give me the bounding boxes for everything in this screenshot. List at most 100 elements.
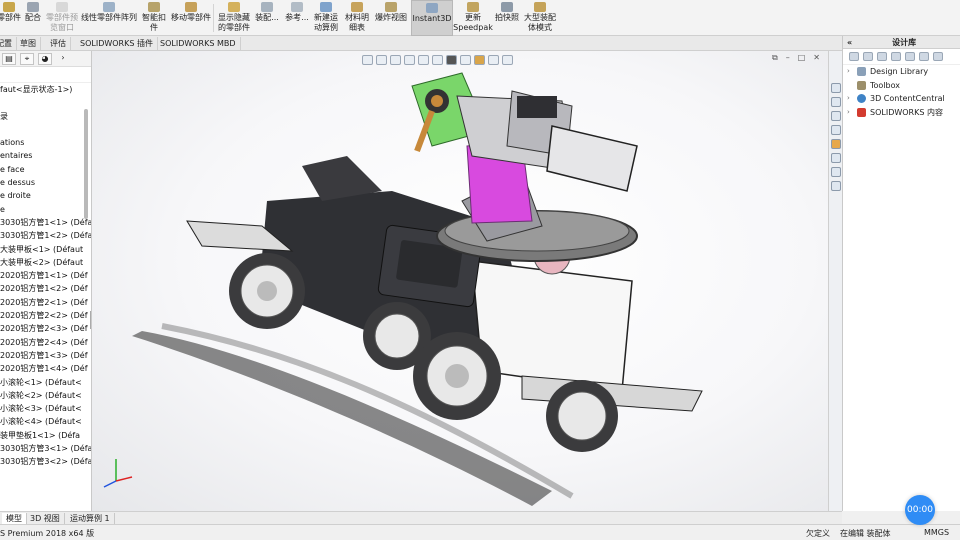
graphics-area[interactable]: ⧉ – □ ✕ bbox=[92, 51, 828, 511]
tree-row[interactable]: 大装甲板<2> (Défaut bbox=[0, 256, 91, 269]
tree-row[interactable]: 录 bbox=[0, 110, 91, 123]
expand-arrow-icon[interactable]: › bbox=[847, 92, 857, 106]
tab-3d-view[interactable]: 3D 视图 bbox=[26, 513, 65, 524]
forward-icon[interactable] bbox=[863, 52, 873, 61]
library-icon bbox=[857, 67, 866, 77]
design-library-panel: « 设计库 › Design Library Toolbox › 3D Cont… bbox=[842, 36, 960, 511]
version-text: S Premium 2018 x64 版 bbox=[0, 529, 95, 538]
add-file-location-icon[interactable] bbox=[891, 52, 901, 61]
tree-row[interactable]: 2020铝方管2<3> (Déf bbox=[0, 322, 91, 335]
show-hidden-icon bbox=[228, 2, 240, 12]
tree-row[interactable] bbox=[0, 96, 91, 109]
expand-arrow-icon[interactable]: › bbox=[847, 65, 857, 79]
recording-timer[interactable]: 00:00 bbox=[905, 495, 935, 525]
tree-row[interactable]: 2020铝方管2<2> (Déf bbox=[0, 309, 91, 322]
reference-geometry-icon bbox=[291, 2, 303, 12]
library-item-solidworks-content[interactable]: › SOLIDWORKS 内容 bbox=[843, 106, 960, 120]
library-item-label: SOLIDWORKS 内容 bbox=[870, 107, 943, 117]
tree-row[interactable]: 小滚轮<1> (Défaut< bbox=[0, 376, 91, 389]
units-selector[interactable]: MMGS bbox=[924, 528, 949, 537]
library-item-toolbox[interactable]: Toolbox bbox=[843, 79, 960, 93]
mate-button[interactable]: 配合 bbox=[22, 0, 44, 36]
tree-row[interactable]: e face bbox=[0, 163, 91, 176]
tree-row[interactable]: entaires bbox=[0, 149, 91, 162]
tree-row[interactable]: 2020铝方管2<1> (Déf bbox=[0, 296, 91, 309]
tab-configuration[interactable]: 配置 bbox=[0, 37, 17, 50]
instant3d-button[interactable]: Instant3D bbox=[411, 0, 453, 36]
home-icon[interactable] bbox=[831, 83, 841, 93]
appearances-icon[interactable] bbox=[831, 139, 841, 149]
tab-solidworks-mbd[interactable]: SOLIDWORKS MBD bbox=[156, 37, 241, 50]
tree-row[interactable]: 2020铝方管2<4> (Déf bbox=[0, 336, 91, 349]
tree-row[interactable]: 小滚轮<4> (Défaut< bbox=[0, 415, 91, 428]
fastener-icon bbox=[148, 2, 160, 12]
tree-row[interactable]: faut<显示状态-1>) bbox=[0, 83, 91, 96]
take-snapshot-button[interactable]: 拍快照 bbox=[494, 0, 520, 36]
smart-fasteners-button[interactable]: 智能扣 件 bbox=[141, 0, 167, 36]
tree-row[interactable]: 3030铝方管1<2> (Défa bbox=[0, 229, 91, 242]
forum-icon[interactable] bbox=[831, 167, 841, 177]
command-manager-tabs: 配置 草图 评估 SOLIDWORKS 插件 SOLIDWORKS MBD bbox=[0, 36, 842, 51]
tab-motion-study[interactable]: 运动算例 1 bbox=[66, 513, 115, 524]
motion-study-icon bbox=[320, 2, 332, 12]
library-item-3d-contentcentral[interactable]: › 3D ContentCentral bbox=[843, 92, 960, 106]
refresh-icon[interactable] bbox=[919, 52, 929, 61]
resources-icon[interactable] bbox=[831, 97, 841, 107]
property-manager-tab[interactable]: ▤ bbox=[2, 52, 16, 65]
new-motion-study-button[interactable]: 新建运 动算例 bbox=[312, 0, 340, 36]
tree-scrollbar[interactable] bbox=[84, 109, 88, 219]
tab-evaluate[interactable]: 评估 bbox=[46, 37, 71, 50]
custom-properties-icon[interactable] bbox=[831, 153, 841, 163]
solidworks-resources-icon[interactable] bbox=[831, 181, 841, 191]
tree-row[interactable]: ations bbox=[0, 136, 91, 149]
tree-row[interactable]: e dessus bbox=[0, 176, 91, 189]
move-component-button[interactable]: 移动零部件 bbox=[170, 0, 212, 36]
feature-manager-tree: ▤ ⌖ ◕ › faut<显示状态-1>) 录 ations entaires … bbox=[0, 51, 92, 511]
tree-row[interactable]: 大装甲板<1> (Défaut bbox=[0, 243, 91, 256]
tree-row[interactable]: 3030铝方管1<1> (Défa bbox=[0, 216, 91, 229]
tree-row[interactable]: 2020铝方管1<3> (Déf bbox=[0, 349, 91, 362]
library-item-label: Design Library bbox=[870, 67, 929, 76]
tab-solidworks-addins[interactable]: SOLIDWORKS 插件 bbox=[76, 37, 158, 50]
component-icon bbox=[3, 2, 15, 12]
tree-row[interactable]: 3030铝方管3<1> (Défa bbox=[0, 442, 91, 455]
file-explorer-icon[interactable] bbox=[831, 125, 841, 135]
tree-row[interactable]: 2020铝方管1<2> (Déf bbox=[0, 282, 91, 295]
display-manager-tab[interactable]: ◕ bbox=[38, 52, 52, 65]
exploded-view-button[interactable]: 爆炸视图 bbox=[373, 0, 409, 36]
expand-arrow-icon[interactable]: › bbox=[847, 106, 857, 120]
tree-row[interactable]: 2020铝方管1<4> (Déf bbox=[0, 362, 91, 375]
command-manager-ribbon: 零部件 配合 零部件预 览窗口 线性零部件阵列 智能扣 件 移动零部件 显示隐藏… bbox=[0, 0, 960, 36]
more-tabs-icon[interactable]: › bbox=[56, 53, 70, 65]
assembly-features-button[interactable]: 装配... bbox=[254, 0, 280, 36]
linear-component-pattern-button[interactable]: 线性零部件阵列 bbox=[80, 0, 138, 36]
upload-icon[interactable] bbox=[933, 52, 943, 61]
tree-filter[interactable] bbox=[0, 67, 91, 83]
tree-row[interactable]: e bbox=[0, 203, 91, 216]
create-new-folder-icon[interactable] bbox=[905, 52, 915, 61]
component-preview-window-button[interactable]: 零部件预 览窗口 bbox=[45, 0, 79, 36]
tree-row[interactable] bbox=[0, 123, 91, 136]
tree-row[interactable]: e droite bbox=[0, 189, 91, 202]
tab-model[interactable]: 模型 bbox=[2, 513, 27, 524]
tree-row[interactable]: 3030铝方管3<2> (Défa bbox=[0, 455, 91, 468]
library-item-design-library[interactable]: › Design Library bbox=[843, 65, 960, 79]
design-library-icon[interactable] bbox=[831, 111, 841, 121]
reference-geometry-button[interactable]: 参考... bbox=[283, 0, 311, 36]
show-hidden-components-button[interactable]: 显示隐藏 的零部件 bbox=[216, 0, 252, 36]
tree-row[interactable]: 2020铝方管1<1> (Déf bbox=[0, 269, 91, 282]
update-speedpak-button[interactable]: 更新 Speedpak bbox=[453, 0, 493, 36]
back-icon[interactable] bbox=[849, 52, 859, 61]
bill-of-materials-button[interactable]: 材料明 细表 bbox=[343, 0, 371, 36]
feature-manager-tabs: ▤ ⌖ ◕ › bbox=[0, 51, 91, 67]
add-to-library-icon[interactable] bbox=[877, 52, 887, 61]
robot-model-render[interactable] bbox=[92, 51, 828, 511]
globe-icon bbox=[857, 94, 866, 104]
tree-row[interactable]: 小滚轮<3> (Défaut< bbox=[0, 402, 91, 415]
tab-sketch[interactable]: 草图 bbox=[16, 37, 41, 50]
tree-row[interactable]: 小滚轮<2> (Défaut< bbox=[0, 389, 91, 402]
large-assembly-mode-button[interactable]: 大型装配 体模式 bbox=[522, 0, 558, 36]
ribbon-button-0[interactable]: 零部件 bbox=[0, 0, 24, 36]
tree-row[interactable]: 装甲垫板1<1> (Défa bbox=[0, 429, 91, 442]
configuration-manager-tab[interactable]: ⌖ bbox=[20, 52, 34, 65]
